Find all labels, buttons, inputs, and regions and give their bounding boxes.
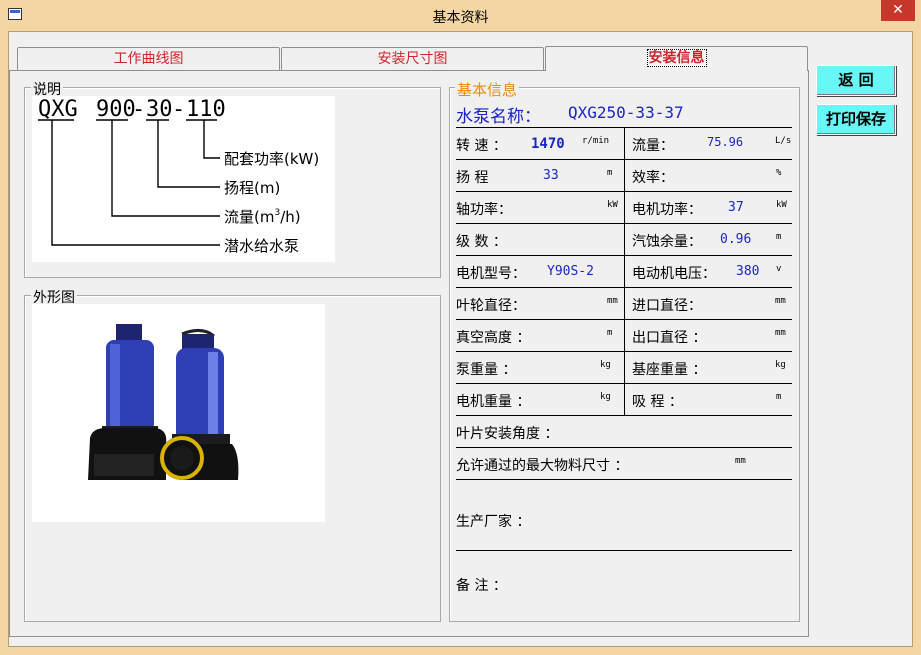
flow-value: 75.96 bbox=[707, 135, 744, 149]
motor-model-value: Y90S-2 bbox=[547, 264, 594, 279]
code-flow: 900 bbox=[96, 97, 136, 122]
model-code-diagram: QXG 900 - 30 - 110 配套功率(kW) 扬程(m) 流量(m3/… bbox=[32, 96, 335, 262]
pump-right-image bbox=[160, 329, 239, 480]
title-bar: 基本资料 bbox=[0, 0, 921, 31]
code-power: 110 bbox=[186, 97, 226, 122]
model-code-svg: QXG 900 - 30 - 110 配套功率(kW) 扬程(m) 流量(m3/… bbox=[38, 97, 319, 255]
tab-install-info[interactable]: 安装信息 bbox=[545, 46, 808, 71]
efficiency-label: 效率： bbox=[632, 170, 674, 186]
row-divider bbox=[456, 550, 792, 551]
remarks-label: 备 注 ： bbox=[456, 578, 507, 594]
motor-power-unit: kW bbox=[776, 200, 787, 210]
pump-weight-label: 泵重量 ： bbox=[456, 362, 517, 378]
pump-photo-svg bbox=[88, 324, 239, 480]
code-head: 30 bbox=[146, 97, 173, 122]
vacuum-height-unit: m bbox=[607, 328, 613, 338]
head-label: 扬 程 bbox=[456, 170, 489, 186]
window-title: 基本资料 bbox=[432, 10, 489, 26]
legend-head: 扬程(m) bbox=[224, 179, 280, 197]
column-divider bbox=[624, 127, 625, 415]
shaft-power-unit: kW bbox=[607, 200, 618, 210]
base-weight-unit: kg bbox=[775, 360, 786, 370]
close-button[interactable]: ✕ bbox=[881, 0, 915, 21]
row-divider bbox=[456, 415, 792, 416]
pump-name-label: 水泵名称： bbox=[456, 107, 541, 127]
tab-work-curve[interactable]: 工作曲线图 bbox=[17, 47, 280, 70]
back-button[interactable]: 返 回 bbox=[816, 65, 896, 96]
outlet-diameter-unit: mm bbox=[775, 328, 786, 338]
legend-power: 配套功率(kW) bbox=[224, 150, 319, 168]
head-unit: m bbox=[607, 168, 613, 178]
speed-label: 转 速 ： bbox=[456, 138, 507, 154]
head-value: 33 bbox=[543, 168, 559, 183]
npsh-value: 0.96 bbox=[720, 232, 752, 247]
legend-flow: 流量(m3/h) bbox=[224, 208, 301, 226]
manufacturer-label: 生产厂家 ： bbox=[456, 514, 531, 530]
pump-left-image bbox=[88, 324, 167, 480]
pump-name-value: QXG250-33-37 bbox=[568, 103, 684, 122]
motor-model-label: 电机型号： bbox=[456, 266, 526, 282]
row-divider bbox=[456, 447, 792, 448]
suction-head-label: 吸 程 ： bbox=[632, 394, 683, 410]
max-particle-label: 允许通过的最大物料尺寸 ： bbox=[456, 458, 629, 474]
npsh-label: 汽蚀余量： bbox=[632, 234, 702, 250]
motor-voltage-value: 380 bbox=[736, 264, 760, 279]
base-weight-label: 基座重量 ： bbox=[632, 362, 707, 378]
speed-value: 1470 bbox=[531, 136, 565, 152]
vacuum-height-label: 真空高度 ： bbox=[456, 330, 531, 346]
code-series: QXG bbox=[38, 97, 78, 122]
row-divider bbox=[456, 479, 792, 480]
impeller-diameter-label: 叶轮直径： bbox=[456, 298, 526, 314]
legend-pump-type: 潜水给水泵 bbox=[224, 237, 299, 255]
speed-unit: r/min bbox=[582, 136, 610, 146]
motor-voltage-label: 电动机电压： bbox=[632, 266, 716, 282]
outlet-diameter-label: 出口直径 ： bbox=[632, 330, 707, 346]
blade-angle-label: 叶片安装角度 ： bbox=[456, 426, 559, 442]
flow-unit: L/s bbox=[775, 136, 792, 146]
motor-voltage-unit: v bbox=[776, 264, 782, 274]
flow-label: 流量： bbox=[632, 138, 674, 154]
pump-photo bbox=[32, 304, 325, 522]
code-dash-1: - bbox=[132, 97, 145, 122]
inlet-diameter-unit: mm bbox=[775, 296, 786, 306]
motor-weight-unit: kg bbox=[600, 392, 611, 402]
motor-weight-label: 电机重量 ： bbox=[456, 394, 531, 410]
inlet-diameter-label: 进口直径： bbox=[632, 298, 702, 314]
npsh-unit: m bbox=[776, 232, 782, 242]
stages-label: 级 数 ： bbox=[456, 234, 507, 250]
tab-install-info-label: 安装信息 bbox=[646, 49, 707, 67]
pump-weight-unit: kg bbox=[600, 360, 611, 370]
suction-head-unit: m bbox=[776, 392, 782, 402]
motor-power-label: 电机功率： bbox=[632, 202, 702, 218]
code-dash-2: - bbox=[172, 97, 185, 122]
tab-install-size[interactable]: 安装尺寸图 bbox=[281, 47, 544, 70]
motor-power-value: 37 bbox=[728, 200, 744, 215]
basic-info-group-label: 基本信息 bbox=[455, 79, 520, 100]
impeller-diameter-unit: mm bbox=[607, 296, 618, 306]
shaft-power-label: 轴功率： bbox=[456, 202, 512, 218]
print-save-button[interactable]: 打印保存 bbox=[816, 104, 896, 135]
max-particle-unit: mm bbox=[735, 456, 746, 466]
efficiency-unit: % bbox=[776, 168, 782, 178]
